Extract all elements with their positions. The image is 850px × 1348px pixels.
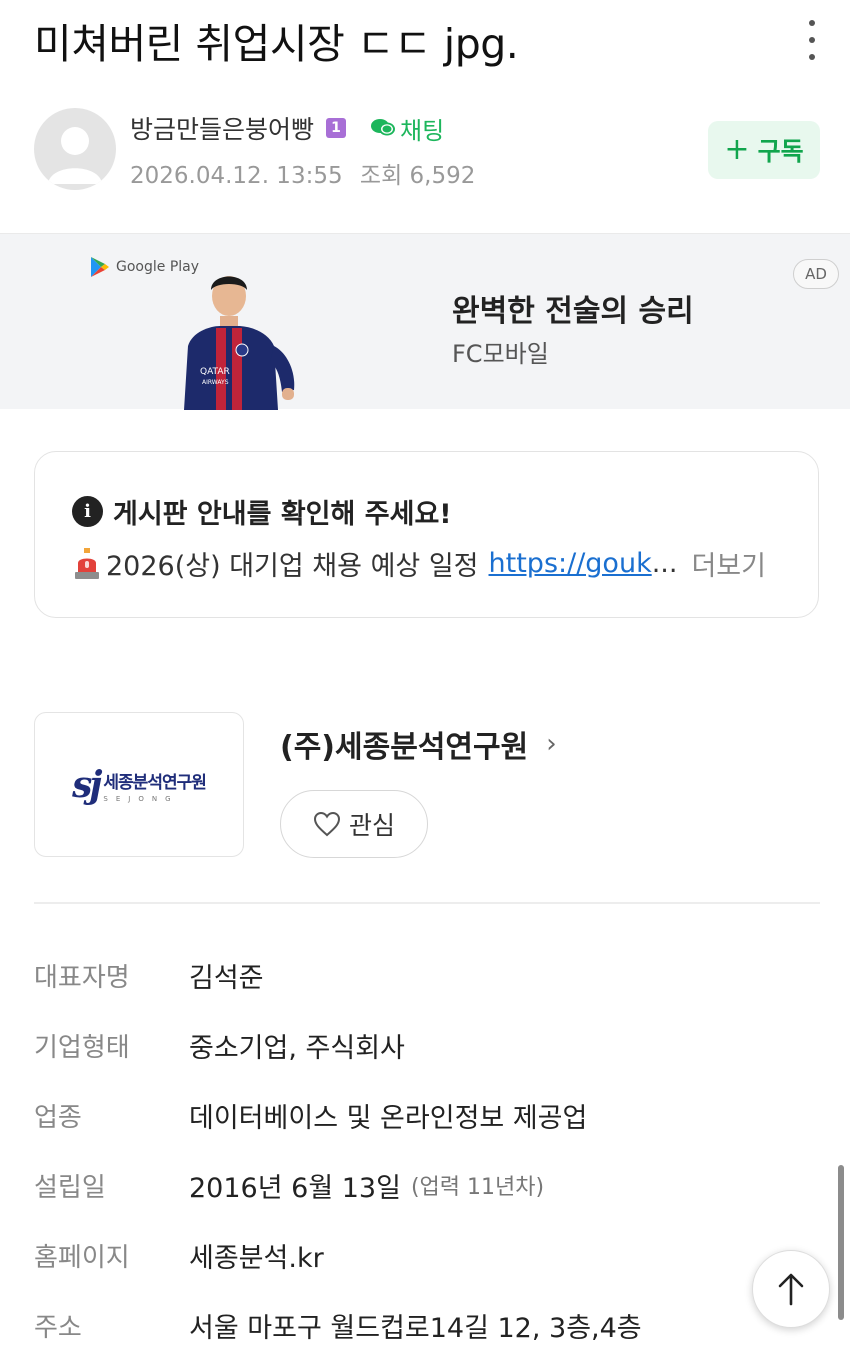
post-title: 미쳐버린 취업시장 ㄷㄷ jpg. (34, 20, 519, 68)
post-date: 2026.04.12. 13:55 (130, 163, 343, 189)
info-value: 중소기업, 주식회사 (189, 1032, 405, 1064)
info-row-founded: 설립일 2016년 6월 13일 (업력 11년차) (34, 1150, 820, 1220)
jersey-sponsor-1: QATAR (200, 367, 230, 377)
info-sub: (업력 11년차) (410, 1175, 545, 1200)
chat-button[interactable]: 채팅 (370, 111, 444, 146)
notice-title: 게시판 안내를 확인해 주세요! (113, 499, 452, 530)
logo-name: 세종분석연구원 (103, 772, 206, 793)
notice-link[interactable]: https://gouk (489, 548, 652, 579)
info-label: 기업형태 (34, 1032, 130, 1063)
plus-icon: + (724, 132, 750, 167)
level-badge: 1 (326, 118, 347, 138)
arrow-up-icon (778, 1273, 804, 1306)
avatar[interactable] (34, 108, 116, 190)
heart-icon (313, 811, 340, 837)
view-count: 조회 6,592 (359, 163, 476, 189)
ad-headline: 완벽한 전술의 승리 (452, 294, 694, 329)
follow-button[interactable]: 관심 (280, 790, 428, 858)
scroll-to-top-button[interactable] (752, 1250, 830, 1328)
board-notice[interactable]: i 게시판 안내를 확인해 주세요! 2026(상) 대기업 채용 예상 일정 … (34, 451, 819, 618)
logo-english: SEJONG (103, 794, 179, 803)
post-meta: 2026.04.12. 13:55 조회 6,592 (130, 156, 475, 190)
info-label: 주소 (34, 1312, 82, 1343)
ad-player-image: QATAR AIRWAYS (184, 276, 295, 410)
info-label: 업종 (34, 1102, 82, 1133)
follow-label: 관심 (348, 811, 395, 840)
info-row-company-type: 기업형태 중소기업, 주식회사 (34, 1010, 820, 1080)
info-value: 김석준 (189, 962, 264, 994)
scrollbar[interactable] (838, 1165, 844, 1320)
notice-body: 2026(상) 대기업 채용 예상 일정 https://gouk ... 더보… (72, 544, 766, 583)
info-row-industry: 업종 데이터베이스 및 온라인정보 제공업 (34, 1080, 820, 1150)
info-value: 2016년 6월 13일 (189, 1172, 401, 1204)
subscribe-button[interactable]: + 구독 (708, 121, 820, 179)
info-label: 홈페이지 (34, 1242, 130, 1273)
notice-header: i 게시판 안내를 확인해 주세요! (72, 492, 452, 531)
logo: sj 세종분석연구원 SEJONG (72, 763, 207, 806)
info-label: 대표자명 (34, 962, 130, 993)
homepage-link[interactable]: 세종분석.kr (189, 1236, 324, 1275)
chat-bubble-icon (371, 119, 396, 136)
chat-label: 채팅 (400, 116, 445, 145)
siren-icon (75, 547, 99, 579)
jersey-sponsor-2: AIRWAYS (202, 379, 229, 386)
info-icon: i (72, 496, 103, 527)
info-value: 서울 마포구 월드컵로14길 12, 3층,4층 (189, 1312, 642, 1344)
info-row-homepage: 홈페이지 세종분석.kr (34, 1220, 820, 1290)
info-row-ceo: 대표자명 김석준 (34, 940, 820, 1010)
author-row: 방금만들은붕어빵 1 채팅 (130, 110, 444, 146)
google-play-icon (91, 257, 109, 277)
info-value: 데이터베이스 및 온라인정보 제공업 (189, 1102, 588, 1134)
info-row-address: 주소 서울 마포구 월드컵로14길 12, 3층,4층 (34, 1290, 820, 1348)
more-vertical-icon[interactable] (806, 20, 818, 60)
company-name-link[interactable]: (주)세종분석연구원 › (280, 722, 557, 766)
company-name: (주)세종분석연구원 (280, 730, 529, 765)
logo-mark: sj (72, 763, 102, 806)
chevron-right-icon: › (546, 729, 557, 759)
company-info-table: 대표자명 김석준 기업형태 중소기업, 주식회사 업종 데이터베이스 및 온라인… (34, 940, 820, 1348)
company-logo[interactable]: sj 세종분석연구원 SEJONG (34, 712, 244, 857)
ad-brand: FC모바일 (452, 340, 549, 368)
info-label: 설립일 (34, 1172, 106, 1203)
notice-ellipsis: ... (651, 548, 678, 579)
divider (34, 902, 820, 904)
subscribe-label: 구독 (757, 137, 804, 166)
ad-banner[interactable]: Google Play QATAR AIRWAYS 완벽한 전술의 승리 FC모… (0, 233, 850, 410)
author-name[interactable]: 방금만들은붕어빵 (130, 110, 314, 146)
ad-badge[interactable]: AD (793, 259, 839, 289)
notice-text: 2026(상) 대기업 채용 예상 일정 (106, 551, 479, 582)
notice-more-button[interactable]: 더보기 (691, 544, 766, 583)
